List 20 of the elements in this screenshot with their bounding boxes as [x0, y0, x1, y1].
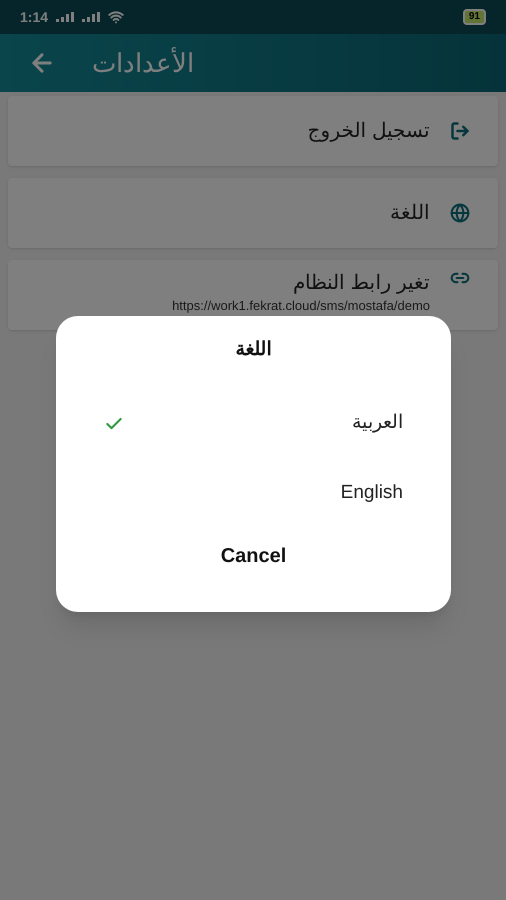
language-option[interactable]: English — [56, 458, 451, 528]
settings-item-label: تسجيل الخروج — [307, 119, 430, 144]
settings-item[interactable]: اللغة — [8, 178, 498, 248]
language-label: English — [340, 481, 403, 506]
battery-indicator: 91 — [462, 9, 486, 25]
settings-item-url: https://work1.fekrat.cloud/sms/mostafa/demo — [172, 298, 430, 314]
status-time: 1:14 — [20, 8, 48, 27]
language-label: العربية — [352, 411, 403, 436]
signal-icon — [56, 12, 74, 22]
dialog-title: اللغة — [234, 338, 272, 362]
language-option[interactable]: العربية — [56, 388, 451, 458]
logout-icon — [450, 121, 470, 141]
settings-item-label: اللغة — [390, 201, 430, 226]
wifi-icon — [108, 9, 124, 25]
cancel-button[interactable]: Cancel — [204, 536, 302, 574]
app-bar-title: الأعدادات — [92, 46, 194, 80]
settings-item-label: تغير رابط النظام — [292, 271, 430, 296]
settings-item[interactable]: تسجيل الخروج — [8, 96, 498, 166]
signal-icon — [82, 12, 100, 22]
globe-icon — [450, 203, 470, 223]
